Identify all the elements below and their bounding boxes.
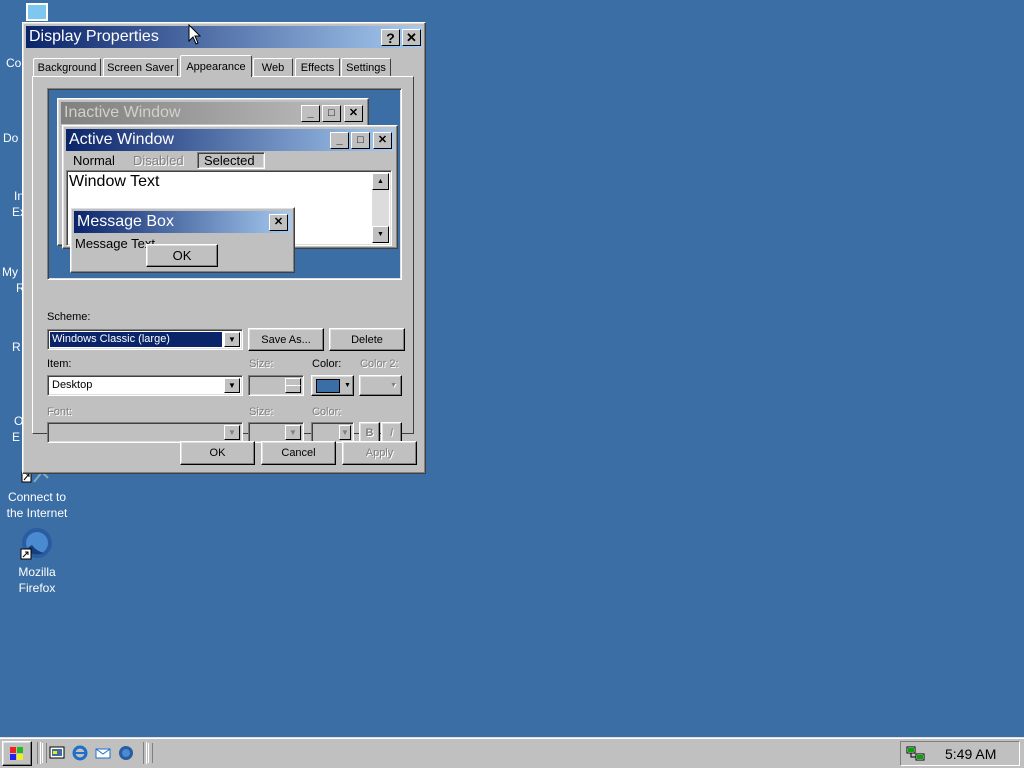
preview-window-text: Window Text [69, 173, 160, 190]
firefox-label-1: Mozilla [18, 565, 56, 579]
preview-area: Inactive Window _ □ ✕ Active Window _ □ … [47, 88, 402, 280]
preview-active-titlebar: Active Window _ □ ✕ [66, 129, 394, 151]
desktop-partial-label-9: E [12, 430, 21, 444]
taskbar-separator-2 [143, 742, 147, 764]
internet-explorer-icon[interactable] [71, 744, 89, 762]
desktop-icon-firefox[interactable]: Mozilla Firefox [0, 527, 74, 597]
delete-button[interactable]: Delete [329, 328, 405, 351]
tab-page: Inactive Window _ □ ✕ Active Window _ □ … [32, 76, 414, 443]
desktop-icon-connect[interactable]: Connect to the Internet [0, 470, 74, 522]
desktop-partial-label-7: R [12, 340, 21, 354]
desktop-partial-label-1: Co [6, 56, 22, 70]
dialog-titlebar[interactable]: Display Properties ? ✕ [26, 26, 422, 48]
preview-menu-disabled: Disabled [133, 153, 184, 168]
active-window-title: Active Window [69, 131, 174, 148]
color-picker-button[interactable]: ▼ [311, 375, 354, 396]
scroll-up-icon: ▲ [372, 173, 389, 190]
windows-logo-icon [10, 746, 23, 760]
size-label: Size: [249, 358, 274, 370]
item-label: Item: [47, 358, 72, 370]
display-properties-dialog: Display Properties ? ✕ Background Screen… [22, 22, 426, 474]
connect-label-1: Connect to [7, 490, 67, 504]
desktop-partial-label-5: My [2, 265, 18, 279]
quicklaunch-grip[interactable] [42, 743, 47, 763]
item-value: Desktop [52, 379, 93, 391]
firefox-icon [20, 528, 52, 560]
close-button[interactable]: ✕ [402, 29, 421, 46]
inactive-window-title: Inactive Window [64, 104, 181, 121]
preview-menu-selected: Selected [197, 152, 265, 169]
tab-strip: Background Screen Saver Appearance Web E… [33, 55, 413, 77]
help-button[interactable]: ? [381, 29, 400, 46]
msgbox-ok-button: OK [146, 244, 218, 267]
font-color-select: ▼ [311, 422, 354, 443]
msgbox-title: Message Box [77, 213, 174, 230]
font-size-dropdown-icon: ▼ [285, 425, 301, 440]
taskbar: 5:49 AM [0, 737, 1024, 768]
scroll-down-icon: ▼ [372, 226, 389, 243]
tab-effects[interactable]: Effects [295, 58, 340, 77]
font-size-label: Size: [249, 406, 274, 418]
scheme-select[interactable]: Windows Classic (large) ▼ [47, 329, 243, 350]
active-close-icon: ✕ [373, 132, 392, 149]
italic-button: I [381, 422, 402, 443]
apply-button: Apply [342, 441, 417, 465]
color2-picker-button: ▼ [359, 375, 402, 396]
color2-label: Color 2: [360, 358, 399, 370]
inactive-minimize-icon: _ [301, 105, 320, 122]
preview-inactive-titlebar: Inactive Window _ □ ✕ [61, 102, 365, 124]
firefox-label-2: Firefox [18, 581, 56, 595]
dialog-title: Display Properties [29, 28, 159, 45]
item-select[interactable]: Desktop ▼ [47, 375, 243, 396]
bold-button: B [359, 422, 380, 443]
tasks-grip[interactable] [148, 743, 153, 763]
font-color-label: Color: [312, 406, 342, 418]
msgbox-titlebar: Message Box ✕ [74, 211, 291, 233]
ok-button[interactable]: OK [180, 441, 255, 465]
network-tray-icon[interactable] [906, 745, 926, 763]
connect-label-2: the Internet [6, 506, 68, 520]
show-desktop-icon[interactable] [48, 744, 66, 762]
taskbar-separator-1 [37, 742, 41, 764]
scheme-label: Scheme: [47, 311, 91, 323]
preview-message-box: Message Box ✕ Message Text OK [70, 207, 295, 273]
size-spinner [248, 375, 304, 396]
preview-scrollbar: ▲ ▼ [372, 173, 389, 243]
font-size-select: ▼ [248, 422, 304, 443]
active-minimize-icon: _ [330, 132, 349, 149]
size-spinner-down-icon [285, 385, 301, 393]
outlook-express-icon[interactable] [94, 744, 112, 762]
color-swatch [316, 378, 340, 393]
save-as-button[interactable]: Save As... [248, 328, 324, 351]
tab-appearance[interactable]: Appearance [180, 55, 252, 77]
desktop-partial-label-2: Do [3, 131, 19, 145]
color2-dropdown-icon: ▼ [390, 382, 397, 389]
font-dropdown-icon: ▼ [224, 425, 240, 440]
tab-settings[interactable]: Settings [341, 58, 391, 77]
tab-web[interactable]: Web [253, 58, 293, 77]
tab-background[interactable]: Background [33, 58, 101, 77]
my-computer-icon[interactable] [26, 3, 48, 21]
system-tray: 5:49 AM [900, 741, 1020, 766]
tab-screen-saver[interactable]: Screen Saver [103, 58, 178, 77]
item-dropdown-icon[interactable]: ▼ [224, 378, 240, 393]
msgbox-text: Message Text [75, 236, 155, 251]
font-select: ▼ [47, 422, 243, 443]
msgbox-close-icon: ✕ [269, 214, 288, 231]
scheme-value: Windows Classic (large) [50, 332, 222, 347]
scheme-dropdown-icon[interactable]: ▼ [224, 332, 240, 347]
active-maximize-icon: □ [351, 132, 370, 149]
start-button[interactable] [2, 741, 32, 766]
inactive-maximize-icon: □ [322, 105, 341, 122]
tray-clock[interactable]: 5:49 AM [945, 746, 996, 762]
firefox-quicklaunch-icon[interactable] [117, 744, 135, 762]
font-label: Font: [47, 406, 73, 418]
font-color-dropdown-icon: ▼ [339, 425, 351, 440]
color-label: Color: [312, 358, 342, 370]
inactive-close-icon: ✕ [344, 105, 363, 122]
color-dropdown-icon: ▼ [344, 382, 351, 389]
mouse-cursor-icon [188, 24, 202, 45]
cancel-button[interactable]: Cancel [261, 441, 336, 465]
preview-menu-normal: Normal [73, 153, 115, 168]
